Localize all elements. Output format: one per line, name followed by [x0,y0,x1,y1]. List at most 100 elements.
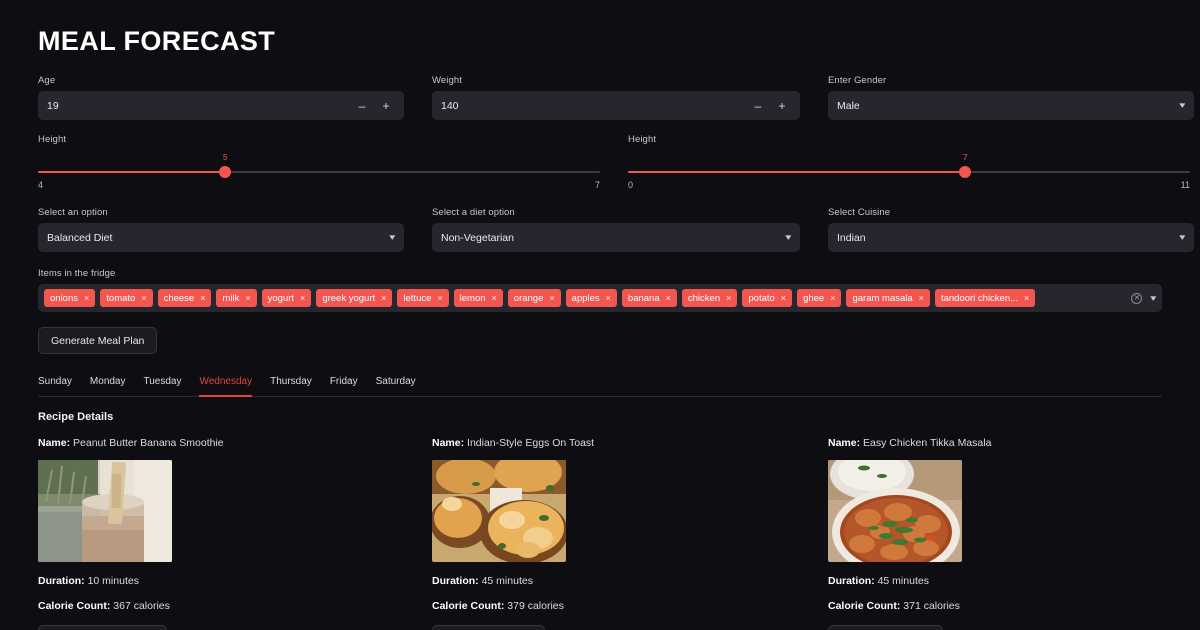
generate-meal-plan-button[interactable]: Generate Meal Plan [38,327,158,354]
calorie-value: 367 calories [110,600,170,612]
fridge-chip-label: banana [627,292,660,304]
fridge-chip-label: potato [748,292,775,304]
height-feet-label: Height [38,134,67,145]
recipe-name-label: Name: [828,437,861,449]
remove-chip-icon[interactable]: × [300,293,305,303]
diet-group: Select a diet option Non-Vegetarian ▾ [432,207,800,252]
fridge-chip[interactable]: onions × [44,289,96,307]
cuisine-select[interactable]: Indian ▾ [828,223,1194,252]
tab-sunday[interactable]: Sunday [38,376,72,397]
recipe-calories-row: Calorie Count: 367 calories [38,600,404,612]
recipe-image [828,460,962,562]
meal-forecast-app: MEAL FORECAST Age 19 – + Weight 140 – + [0,0,1200,630]
tab-wednesday[interactable]: Wednesday [199,376,253,397]
remove-chip-icon[interactable]: × [437,293,442,303]
fridge-chip-label: yogurt [267,292,295,304]
tab-saturday[interactable]: Saturday [376,376,416,397]
remove-chip-icon[interactable]: × [549,293,554,303]
duration-value: 45 minutes [874,575,929,587]
remove-chip-icon[interactable]: × [492,293,497,303]
fridge-chip[interactable]: cheese × [157,289,212,307]
weight-increment-button[interactable]: + [777,100,787,112]
tab-thursday[interactable]: Thursday [270,376,312,397]
calorie-value: 371 calories [900,600,960,612]
calorie-label: Calorie Count: [828,600,901,612]
height-inches-slider[interactable]: 7 0 11 [628,152,1190,191]
age-increment-button[interactable]: + [381,100,391,112]
diet-label: Select a diet option [432,207,515,218]
remove-chip-icon[interactable]: × [245,293,250,303]
meal-button-wrap: Wednesday Lunch [432,625,800,630]
remove-chip-icon[interactable]: × [200,293,205,303]
remove-chip-icon[interactable]: × [781,293,786,303]
remove-chip-icon[interactable]: × [726,293,731,303]
fridge-chip-label: cheese [163,292,195,304]
meal-slot-button[interactable]: Wednesday Dinner [828,625,944,630]
fridge-chip[interactable]: tomato × [100,289,153,307]
fridge-chip[interactable]: greek yogurt × [316,289,393,307]
fridge-chip[interactable]: ghee × [797,289,842,307]
clear-all-icon[interactable]: ✕ [1131,292,1143,304]
fridge-chip[interactable]: banana × [621,289,677,307]
fridge-chip[interactable]: yogurt × [261,289,312,307]
diet-select[interactable]: Non-Vegetarian ▾ [432,223,800,252]
remove-chip-icon[interactable]: × [1024,293,1029,303]
tab-monday[interactable]: Monday [90,376,126,397]
tab-friday[interactable]: Friday [330,376,358,397]
meal-slot-button[interactable]: Wednesday Breakfast [38,625,167,630]
option-value: Balanced Diet [47,231,113,244]
cuisine-value: Indian [837,231,866,244]
height-inches-range: 0 11 [628,180,1190,190]
fridge-chip[interactable]: milk × [216,289,257,307]
fridge-chip[interactable]: tandoori chicken... × [934,289,1036,307]
fridge-chip[interactable]: potato × [742,289,793,307]
meal-slot-button[interactable]: Wednesday Lunch [432,625,545,630]
tab-tuesday[interactable]: Tuesday [144,376,182,397]
weekday-tabs: Sunday Monday Tuesday Wednesday Thursday Frid… [38,376,1162,397]
recipe-name-label: Name: [38,437,71,449]
remove-chip-icon[interactable]: × [830,293,835,303]
height-inches-label: Height [628,134,657,145]
chevron-down-icon: ▾ [785,232,792,242]
cuisine-group: Select Cuisine Indian ▾ [828,207,1194,252]
recipe-image [38,460,172,562]
height-sliders-row: Height 5 4 7 Height 7 0 11 [38,134,1190,191]
remove-chip-icon[interactable]: × [919,293,924,303]
fridge-chip[interactable]: garam masala × [846,289,930,307]
gender-select[interactable]: Male ▾ [828,91,1194,120]
fridge-chip-label: orange [513,292,544,304]
duration-label: Duration: [432,575,479,587]
age-stepper: – + [357,100,395,112]
duration-label: Duration: [38,575,85,587]
height-inches-thumb[interactable] [959,166,972,178]
fridge-chip[interactable]: orange × [507,289,561,307]
recipe-card: Name: Easy Chicken Tikka Masala Duration… [828,437,1194,630]
cuisine-label: Select Cuisine [828,207,891,218]
remove-chip-icon[interactable]: × [141,293,146,303]
remove-chip-icon[interactable]: × [381,293,386,303]
page-title: MEAL FORECAST [38,26,276,56]
fridge-chip[interactable]: apples × [565,289,617,307]
remove-chip-icon[interactable]: × [84,293,89,303]
chevron-down-icon[interactable]: ▾ [1151,293,1157,303]
weight-input[interactable]: 140 – + [432,91,800,120]
weight-decrement-button[interactable]: – [753,100,763,112]
fridge-chip[interactable]: lettuce × [397,289,449,307]
option-select[interactable]: Balanced Diet ▾ [38,223,404,252]
height-feet-value: 5 [222,152,228,162]
fridge-chip-label: milk [222,292,240,304]
remove-chip-icon[interactable]: × [666,293,671,303]
fridge-chip-label: garam masala [852,292,913,304]
gender-label: Enter Gender [828,75,887,86]
fridge-chip[interactable]: lemon × [453,289,503,307]
age-decrement-button[interactable]: – [357,100,367,112]
height-feet-thumb[interactable] [219,166,232,178]
height-feet-slider[interactable]: 5 4 7 [38,152,600,191]
remove-chip-icon[interactable]: × [606,293,611,303]
age-input[interactable]: 19 – + [38,91,404,120]
fridge-chip[interactable]: chicken × [681,289,738,307]
fridge-tools: ✕ ▾ [1121,292,1157,304]
weight-value: 140 [441,99,459,112]
calorie-value: 379 calories [504,600,564,612]
fridge-multiselect[interactable]: onions × tomato × cheese × milk × yogurt × greek y… [38,284,1162,312]
